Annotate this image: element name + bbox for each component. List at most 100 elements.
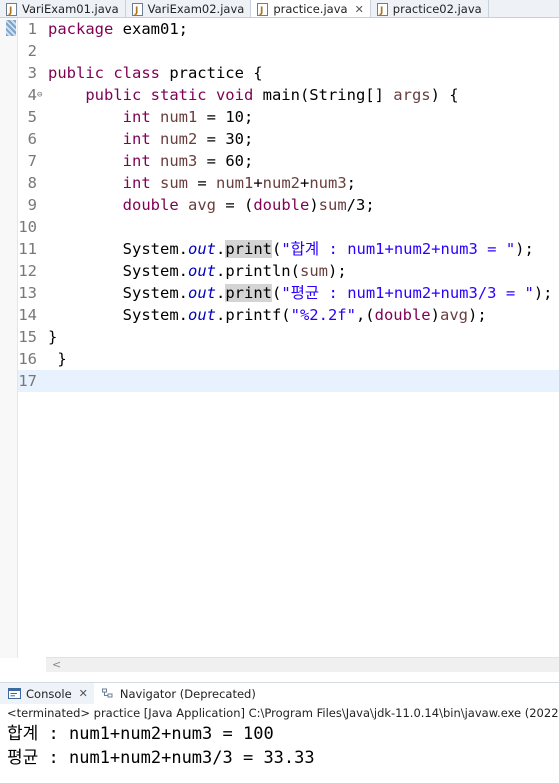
console-output-line: 평균 : num1+num2+num3/3 = 33.33 xyxy=(7,748,315,768)
line-text: int num3 = 60; xyxy=(48,150,254,172)
line-number: 4 xyxy=(27,86,37,104)
close-icon[interactable]: ✕ xyxy=(79,687,88,700)
code-line[interactable]: 5 int num1 = 10; xyxy=(18,106,559,128)
code-line[interactable]: 7 int num3 = 60; xyxy=(18,150,559,172)
code-token: System. xyxy=(48,306,188,324)
line-number: 1 xyxy=(27,20,37,38)
line-text: System.out.printf("%2.2f",(double)avg); xyxy=(48,304,487,326)
code-line[interactable]: 12 System.out.println(sum); xyxy=(18,260,559,282)
code-line[interactable]: 10 xyxy=(18,216,559,238)
code-line[interactable]: 13 System.out.print("평균 : num1+num2+num3… xyxy=(18,282,559,304)
code-token: avg xyxy=(439,306,468,324)
java-file-icon: J xyxy=(6,2,17,16)
code-token: out xyxy=(187,306,216,324)
code-token: ; xyxy=(346,174,357,192)
java-file-icon: J xyxy=(131,2,143,16)
code-token: System. xyxy=(48,262,188,280)
tab-label: VariExam02.java xyxy=(147,2,245,16)
code-lines[interactable]: 1 package exam01; 2 3 public class practice … xyxy=(18,18,559,392)
code-line[interactable]: 4 ⊖ public static void main(String[] args… xyxy=(18,84,559,106)
code-line[interactable]: 16 } xyxy=(18,348,559,370)
line-number: 11 xyxy=(18,240,37,258)
code-token: public class xyxy=(48,64,160,82)
code-token: avg xyxy=(188,196,216,214)
code-token: . xyxy=(215,240,226,258)
code-token: = ( xyxy=(216,196,254,214)
line-text: double avg = (double)sum/3; xyxy=(48,194,375,216)
horizontal-scrollbar[interactable]: < xyxy=(46,657,559,672)
code-line[interactable]: 11 System.out.print("합계 : num1+num2+num3… xyxy=(18,238,559,260)
code-line[interactable]: 8 int sum = num1+num2+num3; xyxy=(18,172,559,194)
code-token: public static void xyxy=(85,86,254,104)
code-line[interactable]: 14 System.out.printf("%2.2f",(double)avg… xyxy=(18,304,559,326)
line-text: package exam01; xyxy=(48,18,188,40)
line-number: 3 xyxy=(27,64,37,82)
console-icon xyxy=(8,688,21,699)
line-text: int num1 = 10; xyxy=(48,106,254,128)
code-line[interactable]: 2 xyxy=(18,40,559,62)
code-token: .println( xyxy=(215,262,300,280)
code-token: int xyxy=(122,174,151,192)
code-token: + xyxy=(300,174,310,192)
line-number: 2 xyxy=(27,42,37,60)
close-icon[interactable]: ✕ xyxy=(355,3,364,16)
code-line[interactable]: 6 int num2 = 30; xyxy=(18,128,559,150)
code-token: ) xyxy=(430,306,440,324)
code-line[interactable]: 17 xyxy=(18,370,559,392)
tab-console[interactable]: Console ✕ xyxy=(0,682,94,705)
code-editor[interactable]: 1 package exam01; 2 3 public class practice … xyxy=(0,18,559,658)
line-number: 12 xyxy=(18,262,37,280)
code-token: ) xyxy=(309,196,319,214)
java-file-icon: J xyxy=(376,2,388,16)
code-token: ); xyxy=(327,262,347,280)
code-token: System. xyxy=(48,284,188,302)
tab-label: practice02.java xyxy=(392,2,482,16)
code-token: num2 xyxy=(160,130,198,148)
code-token: ); xyxy=(467,306,487,324)
fold-minus-icon[interactable]: ⊖ xyxy=(37,84,42,106)
code-token: "%2.2f" xyxy=(290,306,356,324)
code-token: double xyxy=(122,196,179,214)
navigator-icon xyxy=(101,688,113,698)
code-line[interactable]: 1 package exam01; xyxy=(18,18,559,40)
code-token: out xyxy=(187,262,216,280)
svg-text:J: J xyxy=(379,6,383,16)
line-number: 6 xyxy=(27,130,37,148)
tab-practice02-java[interactable]: Jpractice02.java xyxy=(371,0,489,17)
console-status: <terminated> practice [Java Application]… xyxy=(0,704,559,722)
code-token: . xyxy=(215,284,226,302)
line-number: 8 xyxy=(27,174,37,192)
code-token: args xyxy=(393,86,431,104)
code-token: practice { xyxy=(159,64,263,82)
console-output[interactable]: 합계 : num1+num2+num3 = 100 평균 : num1+num2+… xyxy=(7,722,557,770)
change-marker xyxy=(6,20,16,36)
code-line[interactable]: 15} xyxy=(18,326,559,348)
code-token: int xyxy=(122,108,151,126)
line-number: 5 xyxy=(27,108,37,126)
code-token: print xyxy=(225,240,272,258)
tab-console-label: Console xyxy=(26,686,72,701)
code-line[interactable]: 3 public class practice { xyxy=(18,62,559,84)
code-token: num2 xyxy=(262,174,300,192)
code-token: main(String[] xyxy=(253,86,394,104)
tab-navigator[interactable]: Navigator (Deprecated) xyxy=(94,683,262,705)
code-token: "합계 : num1+num2+num3 = " xyxy=(281,240,516,258)
code-token: .printf( xyxy=(215,306,291,324)
tab-label: practice.java xyxy=(273,2,348,16)
line-number: 10 xyxy=(18,218,37,236)
code-token: print xyxy=(225,284,272,302)
tab-variexam01-java[interactable]: J VariExam01.java xyxy=(0,0,126,17)
chevron-left-icon[interactable]: < xyxy=(52,658,61,671)
code-token: = xyxy=(188,174,216,192)
tab-practice-java[interactable]: Jpractice.java ✕ xyxy=(251,0,371,17)
java-file-icon: J xyxy=(257,2,269,16)
code-line[interactable]: 9 double avg = (double)sum/3; xyxy=(18,194,559,216)
line-text: public static void main(String[] args) { xyxy=(48,84,458,106)
tab-variexam02-java[interactable]: J VariExam02.java xyxy=(126,0,252,17)
